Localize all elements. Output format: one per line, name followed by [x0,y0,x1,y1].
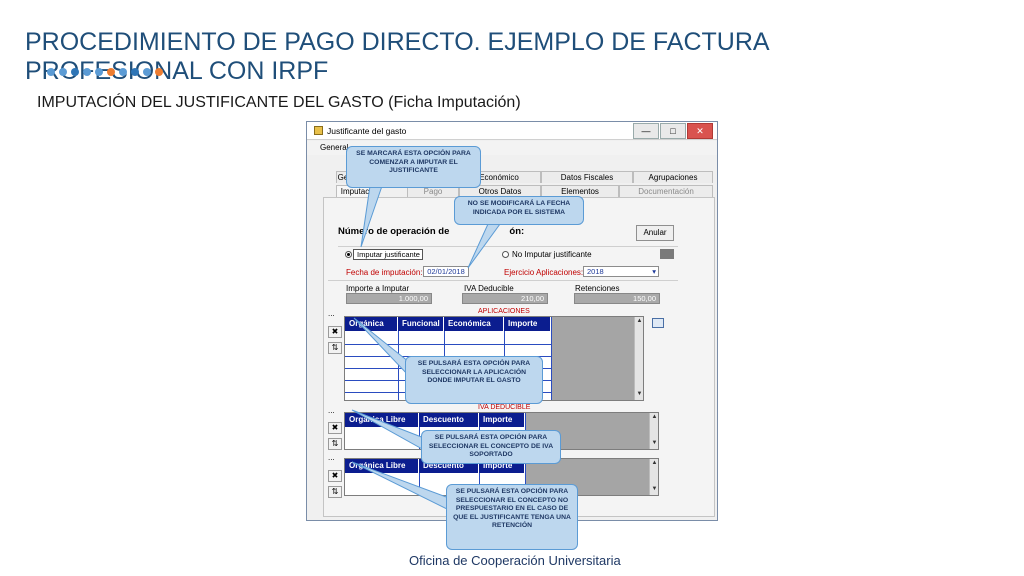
iva-label: IVA Deducible [464,284,514,293]
retencion-ellipsis-button[interactable]: ... [328,453,335,462]
close-button[interactable]: ✕ [687,123,713,139]
importe-field: 1.000,00 [346,293,432,304]
chart-icon [660,249,674,259]
col-organica: Orgánica [345,317,398,331]
decorative-dot [155,68,163,76]
export-icon[interactable] [652,318,664,328]
slide-footer: Oficina de Cooperación Universitaria [409,553,621,568]
operation-number-title: Número de operación de ón: [338,226,525,237]
scroll-up-icon[interactable]: ▲ [651,414,658,421]
col-organica-libre: Orgánica Libre [345,413,419,427]
fecha-imputacion-label: Fecha de imputación: [346,268,423,277]
decorative-dot [131,68,139,76]
col-importe: Importe [504,317,551,331]
slide-title: PROCEDIMIENTO DE PAGO DIRECTO. EJEMPLO D… [25,28,769,85]
callout-imputar: SE MARCARÁ ESTA OPCIÓN PARA COMENZAR A I… [346,146,481,188]
col-descuento: Descuento [419,413,479,427]
callout-retencion: SE PULSARÁ ESTA OPCIÓN PARA SELECCIONAR … [446,484,578,550]
iva-delete-button[interactable]: ✖ [328,422,342,434]
decorative-dot [71,68,79,76]
iva-sort-button[interactable]: ⇅ [328,438,342,450]
label-no-imputar[interactable]: No Imputar justificante [512,250,592,259]
separator [328,280,678,281]
aplicaciones-caption: APLICACIONES [478,308,530,315]
callout-aplicacion: SE PULSARÁ ESTA OPCIÓN PARA SELECCIONAR … [405,356,543,404]
tab-agrupaciones[interactable]: Agrupaciones [633,171,713,183]
slide-subtitle: IMPUTACIÓN DEL JUSTIFICANTE DEL GASTO (F… [37,94,521,111]
retenciones-field: 150,00 [574,293,660,304]
aplicaciones-delete-button[interactable]: ✖ [328,326,342,338]
scroll-down-icon[interactable]: ▼ [636,391,643,398]
aplicaciones-ellipsis-button[interactable]: ... [328,309,335,318]
window-titlebar: Justificante del gasto — □ ✕ [307,122,717,140]
scroll-up-icon[interactable]: ▲ [636,318,643,325]
col-funcional: Funcional [398,317,444,331]
grid-col-line [419,473,420,495]
grid-row-line [345,344,551,345]
col-economica: Económica [444,317,504,331]
decorative-dot [107,68,115,76]
callout-fecha: NO SE MODIFICARÁ LA FECHA INDICADA POR E… [454,196,584,225]
grid-empty-area [552,317,634,400]
radio-no-imputar[interactable] [502,251,509,258]
scroll-down-icon[interactable]: ▼ [651,486,658,493]
col-importe: Importe [479,413,525,427]
label-imputar-justificante[interactable]: Imputar justificante [353,249,423,260]
iva-ellipsis-button[interactable]: ... [328,406,335,415]
tab-datos-fiscales[interactable]: Datos Fiscales [541,171,633,183]
app-icon [314,126,323,135]
iva-caption: IVA DEDUCIBLE [478,404,531,411]
grid-col-line [419,427,420,449]
col-organica-libre: Orgánica Libre [345,459,419,473]
dropdown-arrow-icon[interactable]: ▾ [652,267,656,276]
radio-imputar[interactable] [345,251,352,258]
retencion-delete-button[interactable]: ✖ [328,470,342,482]
anular-button[interactable]: Anular [636,225,674,241]
separator [338,246,678,247]
decorative-dot [83,68,91,76]
retenciones-scrollbar[interactable]: ▲ ▼ [649,459,658,495]
fecha-imputacion-field[interactable]: 02/01/2018 [423,266,469,277]
importe-label: Importe a Imputar [346,284,410,293]
aplicaciones-sort-button[interactable]: ⇅ [328,342,342,354]
aplicaciones-scrollbar[interactable]: ▲ ▼ [634,317,643,400]
callout-iva: SE PULSARÁ ESTA OPCIÓN PARA SELECCIONAR … [421,430,561,464]
ejercicio-label: Ejercicio Aplicaciones: [504,268,584,277]
maximize-button[interactable]: □ [660,123,686,139]
iva-scrollbar[interactable]: ▲ ▼ [649,413,658,449]
menu-general[interactable]: General [320,143,348,152]
decorative-dot [47,68,55,76]
ejercicio-field[interactable]: 2018 ▾ [583,266,659,277]
decorative-dot [59,68,67,76]
window-title: Justificante del gasto [327,126,407,136]
decorative-dot [119,68,127,76]
scroll-down-icon[interactable]: ▼ [651,440,658,447]
minimize-button[interactable]: — [633,123,659,139]
scroll-up-icon[interactable]: ▲ [651,460,658,467]
decorative-dot [143,68,151,76]
grid-col-line [398,331,399,400]
retenciones-label: Retenciones [575,284,620,293]
iva-field: 210,00 [462,293,548,304]
decorative-dot [95,68,103,76]
tab-documentacion[interactable]: Documentación [619,185,713,197]
retencion-sort-button[interactable]: ⇅ [328,486,342,498]
